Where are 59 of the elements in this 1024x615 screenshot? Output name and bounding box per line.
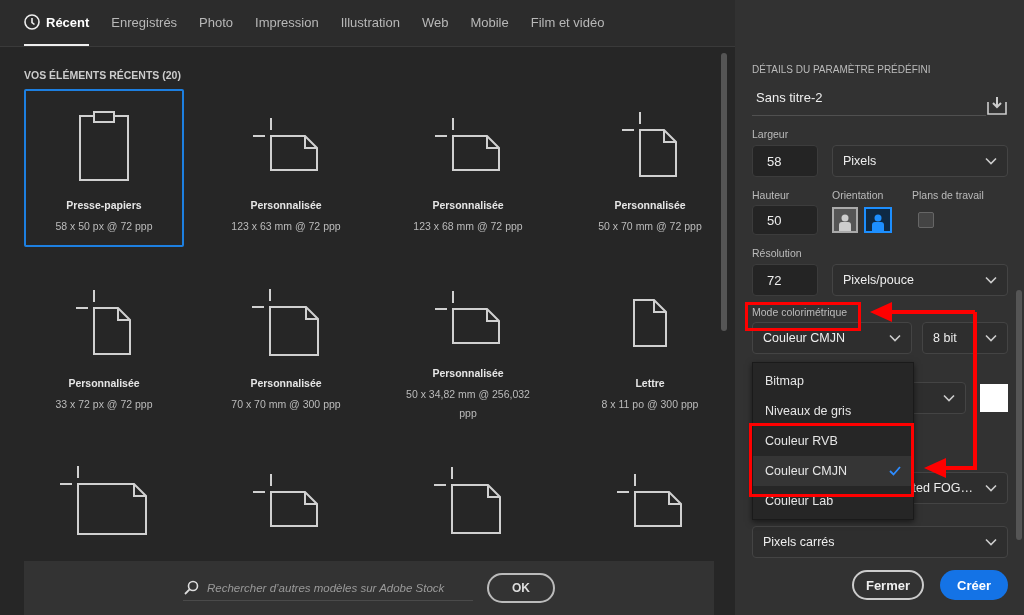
field-label: Résolution <box>752 247 802 259</box>
preset-name: Personnalisée <box>68 377 140 389</box>
preset-size: 123 x 63 mm @ 72 ppp <box>231 219 341 234</box>
unit-dropdown[interactable]: Pixels/pouce <box>832 264 1008 296</box>
preset-card[interactable]: Personnalisée 123 x 68 mm @ 72 ppp <box>388 89 548 247</box>
preset-name: Personnalisée <box>250 199 322 211</box>
tab[interactable]: Mobile <box>470 0 509 46</box>
field-label: Orientation <box>832 189 885 201</box>
field-label: Hauteur <box>752 189 791 201</box>
preset-card[interactable]: Personnalisée 123 x 63 mm @ 72 ppp <box>206 89 366 247</box>
preset-size: 58 x 50 px @ 72 ppp <box>55 219 153 234</box>
preset-name: Presse-papiers <box>66 199 142 211</box>
tab[interactable]: Film et vidéo <box>530 0 605 46</box>
preset-card[interactable]: Personnalisée 50 x 70 mm @ 72 ppp <box>570 89 730 247</box>
preset-name: Personnalisée <box>614 199 686 211</box>
menu-item[interactable]: Bitmap <box>753 366 913 396</box>
preset-size: 50 x 34,82 mm @ 256,032 ppp <box>405 387 531 421</box>
preset-name: Personnalisée <box>250 377 322 389</box>
tab[interactable]: Enregistrés <box>111 0 178 46</box>
resolution-field[interactable]: 72 <box>752 264 818 296</box>
search-field[interactable]: Rechercher d’autres modèles sur Adobe Stock <box>183 575 473 601</box>
pixel-format-dropdown[interactable]: Pixels carrés <box>752 526 1008 558</box>
preset-name: Personnalisée <box>432 367 504 379</box>
preset-size: 70 x 70 mm @ 300 ppp <box>231 397 341 412</box>
section-heading: VOS ÉLÉMENTS RÉCENTS (20) <box>24 69 181 81</box>
height-field[interactable]: 50 <box>752 205 818 235</box>
width-field[interactable]: 58 <box>752 145 818 177</box>
tab[interactable]: Photo <box>199 0 234 46</box>
field-label: Plans de travail <box>912 189 984 201</box>
tab[interactable]: Impression <box>255 0 319 46</box>
preset-name: Lettre <box>635 377 665 389</box>
preset-card[interactable]: Lettre 8 x 11 po @ 300 ppp <box>570 267 730 425</box>
panel-heading: DÉTAILS DU PARAMÈTRE PRÉDÉFINI <box>752 64 932 76</box>
color-mode-dropdown[interactable]: Couleur CMJN <box>752 322 912 354</box>
preset-size: 123 x 68 mm @ 72 ppp <box>413 219 523 234</box>
close-button[interactable]: Fermer <box>852 570 924 600</box>
tab[interactable]: Web <box>421 0 449 46</box>
menu-item[interactable]: Couleur Lab <box>753 486 913 516</box>
field-label: Largeur <box>752 128 789 140</box>
menu-item[interactable]: Niveaux de gris <box>753 396 913 426</box>
tab[interactable]: Illustration <box>340 0 400 46</box>
preset-card[interactable]: Personnalisée 33 x 72 px @ 72 ppp <box>24 267 184 425</box>
tab[interactable]: Récent <box>24 0 90 46</box>
preset-card[interactable]: Presse-papiers 58 x 50 px @ 72 ppp <box>24 89 184 247</box>
unit-dropdown[interactable]: Pixels <box>832 145 1008 177</box>
menu-item[interactable]: Couleur CMJN <box>753 456 913 486</box>
field-label: Mode colorimétrique <box>752 306 848 318</box>
search-input[interactable]: Rechercher d’autres modèles sur Adobe Stock <box>207 581 473 594</box>
ok-button[interactable]: OK <box>487 573 555 603</box>
preset-size: 8 x 11 po @ 300 ppp <box>601 397 699 412</box>
preset-name: Personnalisée <box>432 199 504 211</box>
preset-card[interactable]: Personnalisée 70 x 70 mm @ 300 ppp <box>206 267 366 425</box>
preset-card[interactable]: Personnalisée 50 x 34,82 mm @ 256,032 ppp <box>388 267 548 425</box>
create-button[interactable]: Créer <box>940 570 1008 600</box>
menu-item[interactable]: Couleur RVB <box>753 426 913 456</box>
preset-size: 33 x 72 px @ 72 ppp <box>55 397 153 412</box>
bit-depth-dropdown[interactable]: 8 bit <box>922 322 1008 354</box>
preset-name-field[interactable]: Sans titre-2 <box>752 84 986 116</box>
preset-size: 50 x 70 mm @ 72 ppp <box>598 219 702 234</box>
